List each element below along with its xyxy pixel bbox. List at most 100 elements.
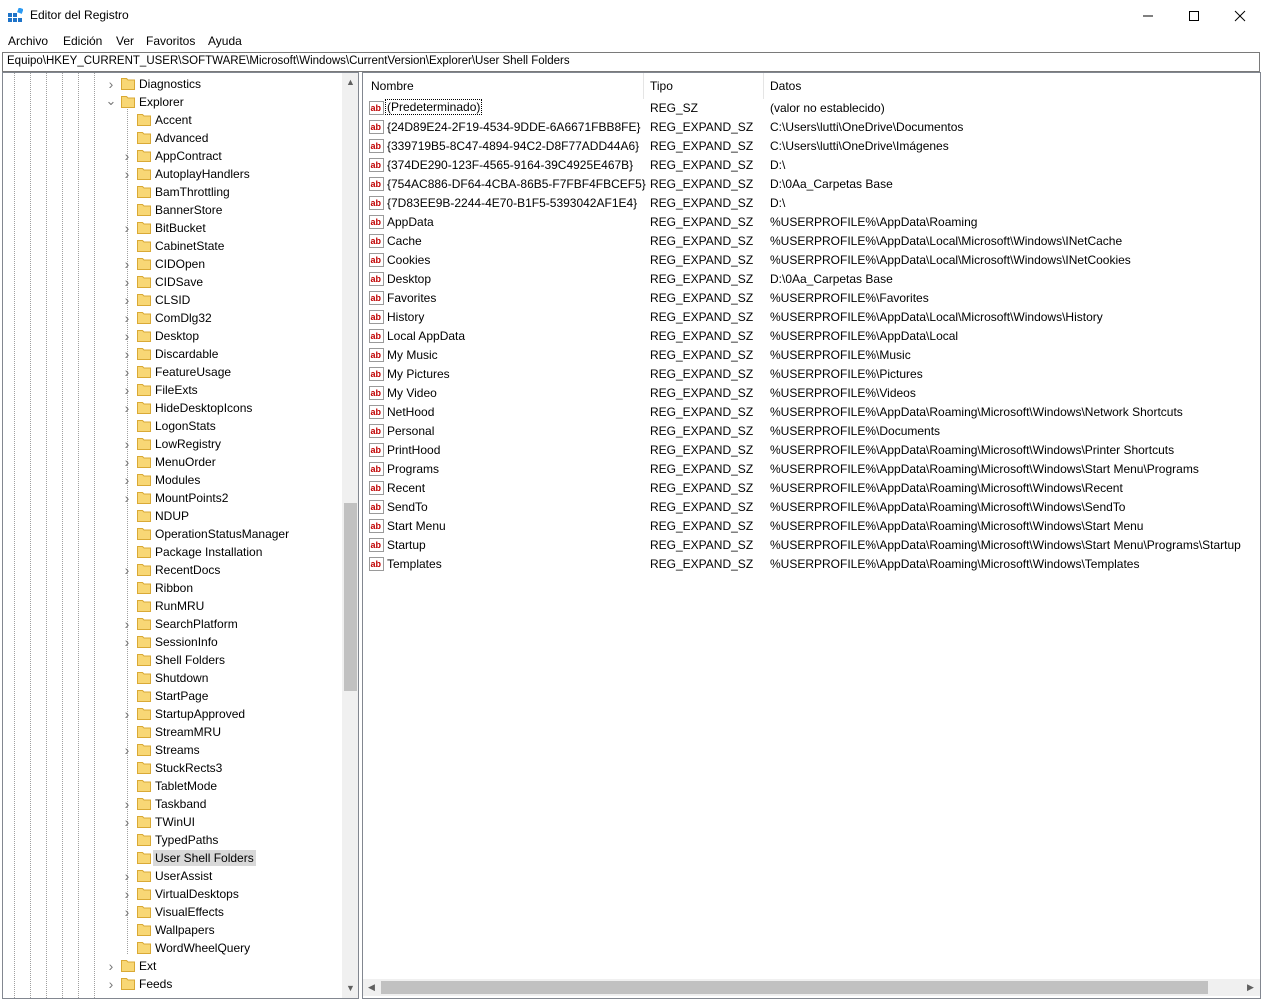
column-header-name[interactable]: Nombre: [371, 79, 414, 93]
scroll-down-icon[interactable]: ▼: [346, 983, 355, 993]
value-row[interactable]: ab My Video REG_EXPAND_SZ %USERPROFILE%\Vid…: [363, 384, 1243, 403]
value-row[interactable]: ab Desktop REG_EXPAND_SZ D:\0Aa_Carpetas Ba…: [363, 270, 1243, 289]
value-data: %USERPROFILE%\Pictures: [770, 367, 923, 381]
svg-text:ab: ab: [371, 521, 382, 531]
value-name: Favorites: [387, 291, 437, 305]
tree-scroll-thumb[interactable]: [344, 503, 357, 691]
value-row[interactable]: ab Personal REG_EXPAND_SZ %USERPROFILE%\Doc…: [363, 422, 1243, 441]
value-row[interactable]: ab Local AppData REG_EXPAND_SZ %USERPROFILE…: [363, 327, 1243, 346]
menu-favoritos[interactable]: Favoritos: [146, 34, 195, 48]
value-row[interactable]: ab My Pictures REG_EXPAND_SZ %USERPROFILE%\…: [363, 365, 1243, 384]
tree-vertical-scrollbar[interactable]: ▲ ▼: [342, 73, 358, 998]
value-name: My Music: [387, 348, 438, 362]
tree-item-label: StuckRects3: [155, 761, 223, 775]
value-row[interactable]: ab PrintHood REG_EXPAND_SZ %USERPROFILE%\Ap…: [363, 441, 1243, 460]
value-row[interactable]: ab Recent REG_EXPAND_SZ %USERPROFILE%\AppDa…: [363, 479, 1243, 498]
chevron-right-icon[interactable]: ›: [119, 363, 135, 381]
value-data: %USERPROFILE%\AppData\Roaming\Microsoft\…: [770, 443, 1175, 457]
chevron-right-icon[interactable]: ›: [103, 75, 119, 93]
value-row[interactable]: ab (Predeterminado) REG_SZ (valor no establ…: [363, 99, 1243, 118]
scroll-right-icon[interactable]: ▶: [1247, 982, 1254, 993]
column-header-type[interactable]: Tipo: [650, 79, 673, 93]
value-row[interactable]: ab Cookies REG_EXPAND_SZ %USERPROFILE%\AppD…: [363, 251, 1243, 270]
tree-item-label: StartupApproved: [155, 707, 246, 721]
chevron-right-icon[interactable]: ›: [119, 489, 135, 507]
chevron-right-icon[interactable]: ›: [119, 453, 135, 471]
chevron-right-icon[interactable]: ›: [119, 615, 135, 633]
chevron-right-icon[interactable]: ›: [119, 219, 135, 237]
value-row[interactable]: ab {339719B5-8C47-4894-94C2-D8F77ADD44A6}…: [363, 137, 1243, 156]
chevron-right-icon[interactable]: ›: [119, 741, 135, 759]
values-list[interactable]: Nombre Tipo Datos ab (Predeterminado) REG_…: [362, 72, 1261, 999]
menu-edicion[interactable]: Edición: [63, 34, 102, 48]
svg-text:ab: ab: [371, 388, 382, 398]
value-row[interactable]: ab Startup REG_EXPAND_SZ %USERPROFILE%\AppD…: [363, 536, 1243, 555]
chevron-right-icon[interactable]: ›: [119, 867, 135, 885]
chevron-right-icon[interactable]: ›: [119, 795, 135, 813]
column-divider[interactable]: [763, 73, 764, 99]
chevron-right-icon[interactable]: ›: [119, 327, 135, 345]
value-row[interactable]: ab Templates REG_EXPAND_SZ %USERPROFILE%\Ap…: [363, 555, 1243, 574]
chevron-right-icon[interactable]: ›: [103, 975, 119, 993]
value-row[interactable]: ab My Music REG_EXPAND_SZ %USERPROFILE%\Mus…: [363, 346, 1243, 365]
chevron-right-icon[interactable]: ›: [119, 147, 135, 165]
value-row[interactable]: ab Favorites REG_EXPAND_SZ %USERPROFILE%\Fa…: [363, 289, 1243, 308]
chevron-right-icon[interactable]: ›: [119, 705, 135, 723]
tree-item-label: Desktop: [155, 329, 200, 343]
value-row[interactable]: ab {754AC886-DF64-4CBA-86B5-F7FBF4FBCEF5}…: [363, 175, 1243, 194]
scroll-up-icon[interactable]: ▲: [346, 77, 355, 87]
chevron-right-icon[interactable]: ›: [103, 957, 119, 975]
chevron-right-icon[interactable]: ›: [119, 309, 135, 327]
list-scroll-thumb[interactable]: [381, 981, 1208, 994]
chevron-right-icon[interactable]: ›: [119, 165, 135, 183]
chevron-right-icon[interactable]: ›: [119, 291, 135, 309]
value-row[interactable]: ab {24D89E24-2F19-4534-9DDE-6A6671FBB8FE}…: [363, 118, 1243, 137]
maximize-button[interactable]: [1171, 0, 1217, 31]
folder-icon: [137, 312, 151, 324]
chevron-right-icon[interactable]: ›: [119, 561, 135, 579]
chevron-right-icon[interactable]: ›: [119, 399, 135, 417]
chevron-right-icon[interactable]: ›: [119, 633, 135, 651]
value-data: %USERPROFILE%\Music: [770, 348, 911, 362]
tree-item-label: CIDSave: [155, 275, 204, 289]
chevron-down-icon[interactable]: ⌄: [103, 93, 119, 111]
column-divider[interactable]: [643, 73, 644, 99]
list-horizontal-scrollbar[interactable]: ◀ ▶: [363, 979, 1260, 996]
chevron-right-icon[interactable]: ›: [119, 471, 135, 489]
chevron-right-icon[interactable]: ›: [119, 345, 135, 363]
menu-ayuda[interactable]: Ayuda: [208, 34, 242, 48]
minimize-button[interactable]: [1125, 0, 1171, 31]
chevron-right-icon[interactable]: ›: [119, 435, 135, 453]
chevron-right-icon[interactable]: ›: [119, 273, 135, 291]
key-tree[interactable]: › Diagnostics ⌄ Explorer Accent Advanced › AppC…: [2, 72, 359, 999]
value-name: {374DE290-123F-4565-9164-39C4925E467B}: [387, 158, 634, 172]
value-type: REG_EXPAND_SZ: [650, 177, 754, 191]
value-row[interactable]: ab {7D83EE9B-2244-4E70-B1F5-5393042AF1E4}…: [363, 194, 1243, 213]
value-row[interactable]: ab {374DE290-123F-4565-9164-39C4925E467B}…: [363, 156, 1243, 175]
value-row[interactable]: ab History REG_EXPAND_SZ %USERPROFILE%\AppD…: [363, 308, 1243, 327]
folder-icon: [137, 438, 151, 450]
address-bar[interactable]: Equipo\HKEY_CURRENT_USER\SOFTWARE\Micros…: [2, 52, 1260, 72]
folder-icon: [137, 150, 151, 162]
value-row[interactable]: ab Cache REG_EXPAND_SZ %USERPROFILE%\AppDat…: [363, 232, 1243, 251]
value-type: REG_EXPAND_SZ: [650, 386, 754, 400]
chevron-right-icon[interactable]: ›: [119, 255, 135, 273]
value-row[interactable]: ab Programs REG_EXPAND_SZ %USERPROFILE%\App…: [363, 460, 1243, 479]
chevron-right-icon[interactable]: ›: [119, 903, 135, 921]
tree-item-label: VirtualDesktops: [155, 887, 239, 901]
close-button[interactable]: [1217, 0, 1263, 31]
menu-ver[interactable]: Ver: [116, 34, 134, 48]
value-row[interactable]: ab SendTo REG_EXPAND_SZ %USERPROFILE%\AppDa…: [363, 498, 1243, 517]
menu-archivo[interactable]: Archivo: [8, 34, 48, 48]
value-row[interactable]: ab NetHood REG_EXPAND_SZ %USERPROFILE%\AppD…: [363, 403, 1243, 422]
chevron-right-icon[interactable]: ›: [119, 813, 135, 831]
tree-item-label: LogonStats: [155, 419, 216, 433]
value-row[interactable]: ab AppData REG_EXPAND_SZ %USERPROFILE%\AppD…: [363, 213, 1243, 232]
value-row[interactable]: ab Start Menu REG_EXPAND_SZ %USERPROFILE%\A…: [363, 517, 1243, 536]
string-value-icon: ab: [369, 215, 384, 229]
chevron-right-icon[interactable]: ›: [119, 381, 135, 399]
column-header-data[interactable]: Datos: [770, 79, 801, 93]
scroll-left-icon[interactable]: ◀: [368, 982, 375, 993]
chevron-right-icon[interactable]: ›: [119, 885, 135, 903]
value-data: %USERPROFILE%\AppData\Roaming: [770, 215, 978, 229]
